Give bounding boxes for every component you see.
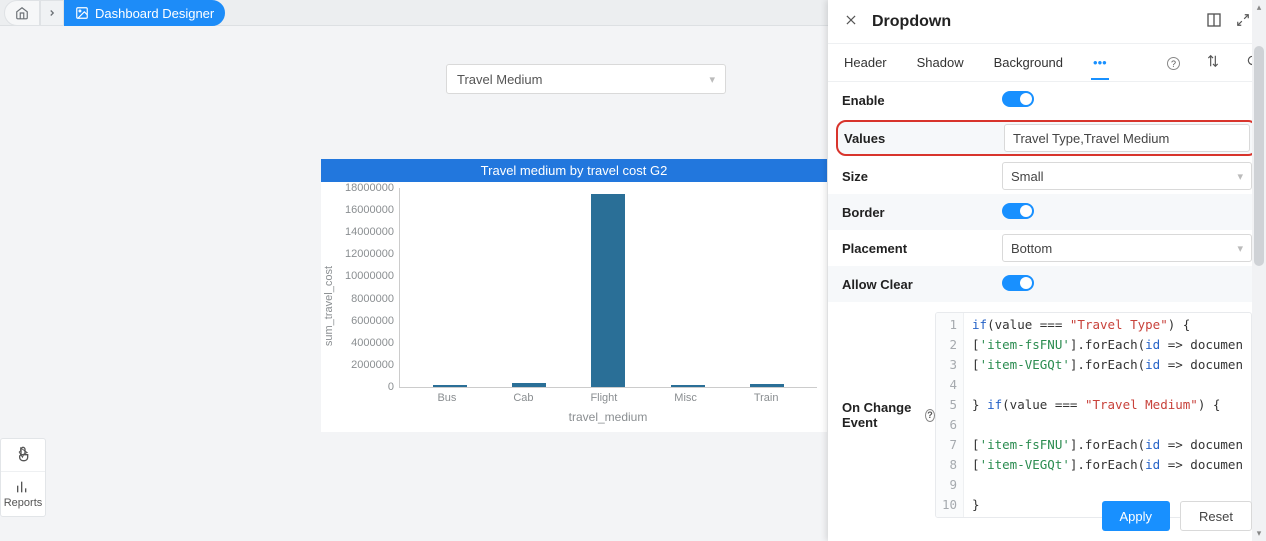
chevron-right-icon [47, 8, 57, 18]
label-values: Values [844, 131, 1004, 146]
breadcrumb-label: Dashboard Designer [95, 6, 214, 21]
side-palette-interact[interactable] [1, 439, 45, 472]
ytick: 4000000 [338, 337, 394, 349]
tab-header[interactable]: Header [842, 55, 889, 70]
chart-title: Travel medium by travel cost G2 [321, 159, 827, 182]
row-placement: Placement Bottom ▾ [828, 230, 1266, 266]
toggle-border[interactable] [1002, 203, 1034, 219]
xlabel: Flight [590, 392, 617, 404]
panel-footer: Apply Reset [1102, 501, 1253, 531]
select-size[interactable]: Small ▾ [1002, 162, 1252, 190]
label-allow-clear: Allow Clear [842, 277, 1002, 292]
xlabel: Bus [437, 392, 456, 404]
xlabel: Cab [513, 392, 533, 404]
layout-icon[interactable] [1206, 12, 1222, 31]
bar [512, 383, 546, 387]
chevron-down-icon: ▾ [1237, 242, 1243, 255]
chevron-down-icon: ▾ [709, 73, 715, 86]
bar [671, 385, 705, 387]
reset-button[interactable]: Reset [1180, 501, 1252, 531]
ytick: 10000000 [338, 270, 394, 282]
panel-body: Enable Values Travel Type,Travel Medium … [828, 82, 1266, 541]
toggle-allow-clear[interactable] [1002, 275, 1034, 291]
toggle-enable[interactable] [1002, 91, 1034, 107]
row-border: Border [828, 194, 1266, 230]
chart-xlabel: travel_medium [399, 410, 817, 424]
ytick: 2000000 [338, 359, 394, 371]
label-on-change: On Change Event ? [842, 400, 935, 430]
label-enable: Enable [842, 93, 1002, 108]
home-icon [15, 6, 29, 20]
input-values[interactable]: Travel Type,Travel Medium [1004, 124, 1250, 152]
ytick: 12000000 [338, 248, 394, 260]
image-icon [75, 6, 89, 20]
scrollbar[interactable]: ▴ ▾ [1252, 0, 1266, 541]
select-placement[interactable]: Bottom ▾ [1002, 234, 1252, 262]
scroll-down-icon[interactable]: ▾ [1252, 528, 1266, 539]
side-palette-label: Reports [3, 497, 43, 509]
chart-ylabel: sum_travel_cost [321, 266, 337, 346]
bar [750, 384, 784, 387]
panel-header: Dropdown [828, 0, 1266, 44]
panel-tabs: Header Shadow Background ••• ? [828, 44, 1266, 82]
bar [591, 194, 625, 387]
row-enable: Enable [828, 82, 1266, 118]
apply-button[interactable]: Apply [1102, 501, 1171, 531]
scroll-up-icon[interactable]: ▴ [1252, 2, 1266, 13]
sort-icon[interactable] [1206, 54, 1220, 71]
side-palette-reports[interactable]: Reports [1, 472, 45, 516]
label-border: Border [842, 205, 1002, 220]
dropdown-value: Travel Medium [457, 72, 542, 87]
close-icon[interactable] [844, 13, 858, 30]
row-on-change: On Change Event ? 12345678910 if(value =… [828, 302, 1266, 528]
panel-title: Dropdown [872, 13, 951, 31]
help-icon[interactable]: ? [925, 409, 935, 422]
ytick: 14000000 [338, 226, 394, 238]
pointer-icon [15, 446, 31, 462]
help-icon[interactable]: ? [1167, 55, 1180, 71]
breadcrumb-sep [40, 0, 64, 26]
tab-more[interactable]: ••• [1091, 55, 1109, 70]
row-allow-clear: Allow Clear [828, 266, 1266, 302]
breadcrumb-home[interactable] [4, 0, 40, 26]
row-size: Size Small ▾ [828, 158, 1266, 194]
scroll-thumb[interactable] [1254, 46, 1264, 266]
tab-shadow[interactable]: Shadow [915, 55, 966, 70]
chart-plot: 0200000040000006000000800000010000000120… [399, 188, 817, 388]
ytick: 18000000 [338, 182, 394, 194]
expand-icon[interactable] [1236, 13, 1250, 30]
xlabel: Misc [674, 392, 697, 404]
bar-chart-icon [15, 479, 31, 495]
row-values: Values Travel Type,Travel Medium [836, 120, 1258, 156]
ytick: 8000000 [338, 293, 394, 305]
breadcrumb-current[interactable]: Dashboard Designer [64, 0, 225, 26]
ytick: 6000000 [338, 315, 394, 327]
chart-widget[interactable]: Travel medium by travel cost G2 sum_trav… [321, 159, 827, 432]
xlabel: Train [754, 392, 779, 404]
code-editor[interactable]: 12345678910 if(value === "Travel Type") … [935, 312, 1252, 518]
side-palette: Reports [0, 438, 46, 517]
label-placement: Placement [842, 241, 1002, 256]
chevron-down-icon: ▾ [1237, 170, 1243, 183]
bar [433, 385, 467, 387]
label-size: Size [842, 169, 1002, 184]
tab-background[interactable]: Background [992, 55, 1065, 70]
property-panel: Dropdown Header Shadow Background ••• ? … [828, 0, 1266, 541]
ytick: 0 [338, 381, 394, 393]
ytick: 16000000 [338, 204, 394, 216]
chart-xlabels: Bus Cab Flight Misc Train [399, 388, 817, 404]
dropdown-widget[interactable]: Travel Medium ▾ [446, 64, 726, 94]
